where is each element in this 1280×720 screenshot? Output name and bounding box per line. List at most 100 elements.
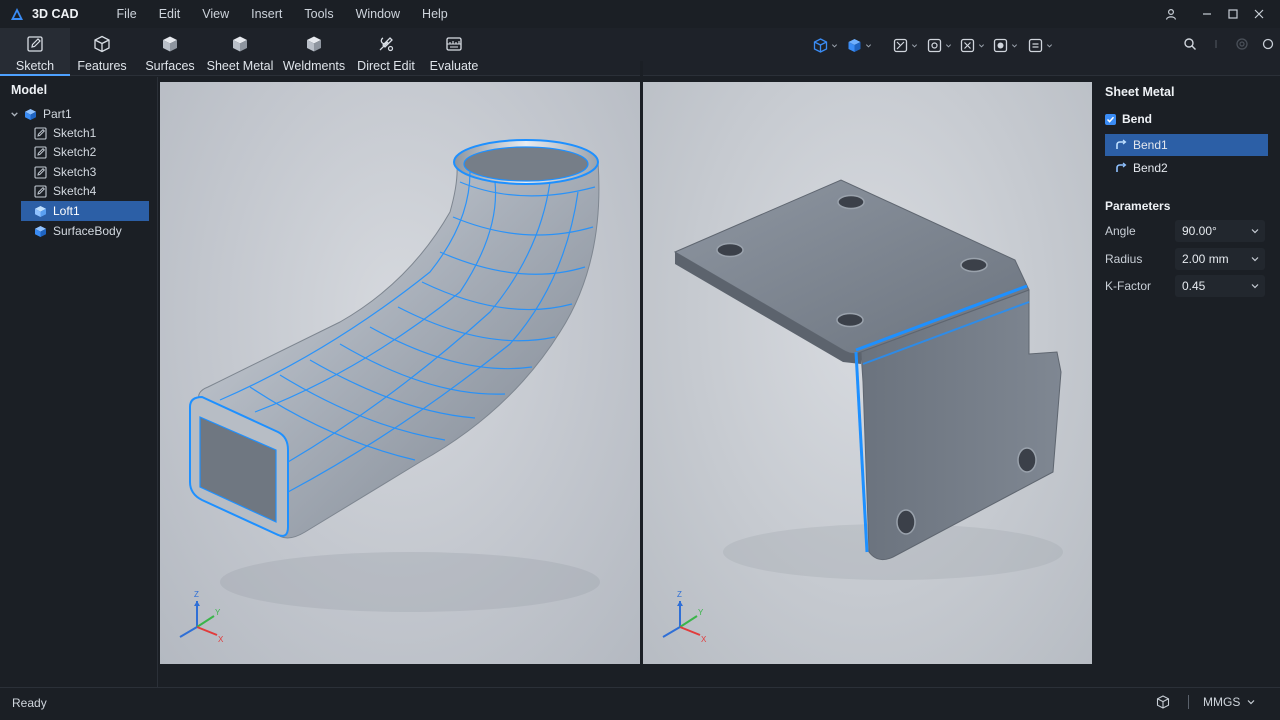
view-orientation-icon	[813, 37, 828, 53]
render-icon	[1028, 38, 1043, 52]
tab-surfaces[interactable]: Surfaces	[142, 28, 198, 76]
cube-outline-icon[interactable]	[1156, 695, 1170, 709]
hide-show-button[interactable]	[927, 37, 952, 53]
angle-dropdown[interactable]: 90.00°	[1175, 220, 1265, 242]
measure-icon	[446, 37, 462, 51]
sketch-icon	[34, 165, 47, 179]
triad-x-label: X	[218, 635, 224, 644]
bend-item-bend1[interactable]: Bend1	[1105, 134, 1268, 156]
render-button[interactable]	[1028, 37, 1053, 53]
tree-item-label: Sketch2	[53, 145, 97, 159]
k-factor-dropdown[interactable]: 0.45	[1175, 275, 1265, 297]
search-icon[interactable]	[1183, 37, 1197, 51]
tab-evaluate[interactable]: Evaluate	[426, 28, 482, 76]
settings-icon[interactable]	[1261, 37, 1275, 51]
menu-insert[interactable]: Insert	[251, 7, 282, 21]
chevron-down-icon	[1046, 43, 1053, 47]
menu-edit[interactable]: Edit	[159, 7, 181, 21]
chevron-down-icon	[978, 43, 985, 47]
tab-direct-edit-label: Direct Edit	[357, 59, 415, 73]
appearance-button[interactable]	[960, 37, 985, 53]
app-title: 3D CAD	[32, 7, 79, 21]
tab-weldments[interactable]: Weldments	[282, 28, 346, 76]
minimize-button[interactable]	[1194, 0, 1220, 28]
app-logo-icon	[11, 8, 23, 20]
chevron-down-icon[interactable]	[1247, 698, 1255, 706]
tab-weldments-label: Weldments	[282, 59, 346, 73]
menu-window[interactable]: Window	[356, 7, 400, 21]
bend-item-bend2[interactable]: Bend2	[1105, 157, 1268, 179]
sketch-icon	[34, 126, 47, 140]
loft-icon	[35, 205, 46, 217]
section-view-button[interactable]	[893, 37, 918, 53]
bend-icon	[1116, 139, 1127, 149]
param-k-factor-label: K-Factor	[1105, 279, 1152, 293]
tab-direct-edit[interactable]: Direct Edit	[354, 28, 418, 76]
radius-dropdown[interactable]: 2.00 mm	[1175, 248, 1265, 270]
status-right: MMGS	[1156, 695, 1255, 709]
tree-item-sketch2[interactable]: Sketch2	[0, 142, 158, 162]
loft-viewport[interactable]: Z Y X	[160, 82, 640, 664]
checkmark-icon	[1106, 116, 1115, 123]
tree-item-label: Sketch4	[53, 184, 97, 198]
menu-tools[interactable]: Tools	[304, 7, 333, 21]
chevron-down-icon	[1011, 43, 1018, 47]
tree-item-sketch4[interactable]: Sketch4	[0, 181, 158, 201]
radius-value: 2.00 mm	[1182, 252, 1229, 266]
view-orientation-button[interactable]	[813, 37, 838, 53]
tree-item-label: SurfaceBody	[53, 224, 122, 238]
tree-item-surfacebody[interactable]: SurfaceBody	[0, 221, 158, 241]
sheet-metal-viewport[interactable]: Z Y X	[643, 82, 1092, 664]
pencil-icon	[27, 36, 43, 52]
bend-group-label: Bend	[1122, 112, 1152, 126]
tab-sheet-metal[interactable]: Sheet Metal	[206, 28, 274, 76]
help-icon[interactable]	[1235, 37, 1249, 51]
status-text: Ready	[12, 696, 47, 710]
tree-item-label: Sketch1	[53, 126, 97, 140]
tab-sketch[interactable]: Sketch	[0, 28, 70, 76]
units-selector[interactable]: MMGS	[1203, 695, 1240, 709]
menu-view[interactable]: View	[202, 7, 229, 21]
bend-checkbox[interactable]	[1105, 113, 1116, 125]
tree-item-sketch1[interactable]: Sketch1	[0, 123, 158, 143]
title-bar: 3D CAD File Edit View Insert Tools Windo…	[0, 0, 1280, 28]
maximize-button[interactable]	[1220, 0, 1246, 28]
chevron-down-icon	[1251, 284, 1259, 289]
properties-panel: Sheet Metal Bend Bend1 Bend2 Parameters …	[1093, 77, 1280, 687]
sketch-icon	[34, 145, 47, 159]
parameters-title: Parameters	[1105, 199, 1171, 213]
param-radius: Radius 2.00 mm	[1105, 248, 1268, 270]
bend-item-label: Bend2	[1133, 161, 1168, 175]
display-style-button[interactable]	[847, 37, 872, 53]
account-button[interactable]	[1158, 0, 1184, 28]
appearance-icon	[960, 38, 975, 52]
tree-item-part1[interactable]: Part1	[0, 104, 158, 124]
tab-sheet-metal-label: Sheet Metal	[206, 59, 274, 73]
sketch-icon	[34, 184, 47, 198]
scene-button[interactable]	[993, 37, 1018, 53]
tab-surfaces-label: Surfaces	[145, 59, 195, 73]
window-controls	[1158, 0, 1272, 28]
bend-item-label: Bend1	[1133, 138, 1168, 152]
loft-model[interactable]	[160, 82, 640, 664]
chevron-down-icon[interactable]	[10, 110, 19, 119]
chevron-down-icon	[1251, 229, 1259, 234]
sheet-metal-model[interactable]	[643, 82, 1092, 664]
chevron-down-icon	[911, 43, 918, 47]
display-style-icon	[848, 38, 861, 52]
more-icon[interactable]	[1209, 37, 1223, 51]
close-button[interactable]	[1246, 0, 1272, 28]
triad-x-label: X	[701, 635, 707, 644]
tree-item-sketch3[interactable]: Sketch3	[0, 162, 158, 182]
param-radius-label: Radius	[1105, 252, 1143, 266]
tree-item-label: Sketch3	[53, 165, 97, 179]
bend-group[interactable]: Bend	[1105, 112, 1152, 126]
triad-y-label: Y	[698, 608, 704, 617]
model-tree-panel: Model Part1 Sketch1 Sketch2 Sketch3 Sket…	[0, 77, 158, 687]
k-factor-value: 0.45	[1182, 279, 1206, 293]
tree-item-loft1[interactable]: Loft1	[0, 201, 158, 221]
menu-help[interactable]: Help	[422, 7, 448, 21]
tab-features[interactable]: Features	[72, 28, 132, 76]
bend-icon	[1116, 162, 1127, 172]
menu-file[interactable]: File	[117, 7, 137, 21]
